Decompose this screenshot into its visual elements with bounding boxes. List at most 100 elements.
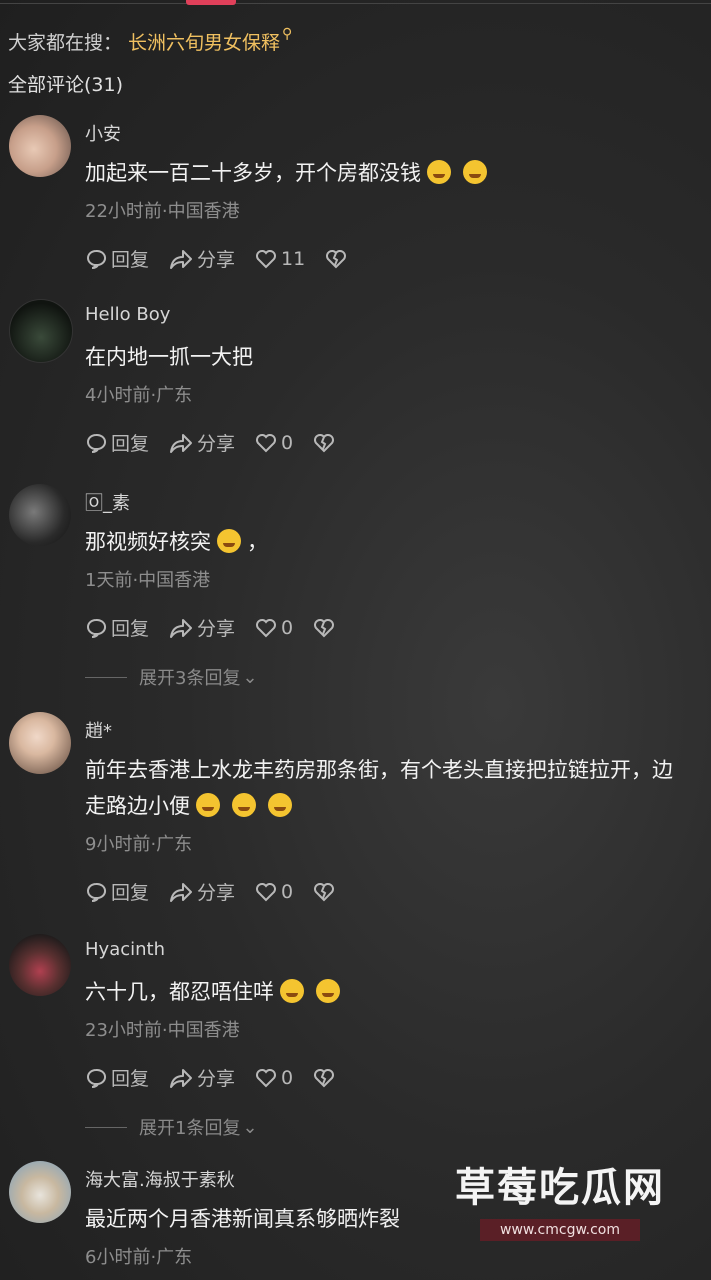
reply-button[interactable]: 回复 xyxy=(85,614,149,641)
emoji-icon xyxy=(427,160,451,184)
heart-icon xyxy=(256,618,277,637)
like-button[interactable]: 0 xyxy=(255,432,293,454)
comment-meta: 9小时前·广东 xyxy=(85,834,193,855)
chevron-down-icon: ⌄ xyxy=(242,1116,258,1138)
search-icon: ⚲ xyxy=(282,25,293,42)
comment-meta: 22小时前·中国香港 xyxy=(85,201,240,222)
avatar[interactable] xyxy=(9,712,71,774)
like-button[interactable]: 11 xyxy=(255,248,305,270)
emoji-icon xyxy=(280,979,304,1003)
comment-text: 在内地一抓一大把 xyxy=(85,345,253,369)
broken-heart-icon xyxy=(314,433,335,452)
comment-author[interactable]: Hello Boy xyxy=(85,304,170,325)
broken-heart-icon xyxy=(326,249,347,268)
trending-search[interactable]: 大家都在搜： 长洲六旬男女保释 ⚲ xyxy=(8,25,293,55)
comment-text: 那视频好核突， xyxy=(85,529,268,554)
dislike-button[interactable] xyxy=(313,433,339,453)
like-count: 11 xyxy=(281,247,306,270)
share-label: 分享 xyxy=(197,618,236,640)
comment-author[interactable]: 海大富.海叔于素秋 xyxy=(85,1166,235,1192)
share-button[interactable]: 分享 xyxy=(169,1064,235,1091)
reply-icon xyxy=(87,1068,107,1088)
heart-icon xyxy=(256,249,277,268)
comment-author[interactable]: 🄾_素 xyxy=(85,489,130,515)
dislike-button[interactable] xyxy=(313,618,339,638)
heart-icon xyxy=(256,433,277,452)
watermark-title: 草莓吃瓜网 xyxy=(455,1165,665,1211)
expand-label: 展开1条回复 xyxy=(139,1118,241,1139)
dislike-button[interactable] xyxy=(313,1068,339,1088)
reply-button[interactable]: 回复 xyxy=(85,429,149,456)
expand-replies[interactable]: 展开3条回复 ⌄ xyxy=(85,664,258,690)
emoji-icon xyxy=(217,529,241,553)
divider xyxy=(85,676,127,678)
comment-actions: 回复 分享 0 xyxy=(85,878,359,905)
like-button[interactable]: 0 xyxy=(255,617,293,639)
comment-meta: 23小时前·中国香港 xyxy=(85,1020,240,1041)
avatar[interactable] xyxy=(9,115,71,177)
comments-count: 全部评论(31) xyxy=(8,74,124,96)
reply-label: 回复 xyxy=(111,882,150,904)
divider xyxy=(85,1126,127,1128)
comment-author[interactable]: 趙* xyxy=(85,717,112,743)
comment-meta: 4小时前·广东 xyxy=(85,385,193,406)
comment-actions: 回复 分享 0 xyxy=(85,614,359,641)
share-button[interactable]: 分享 xyxy=(169,614,235,641)
like-count: 0 xyxy=(281,616,294,639)
broken-heart-icon xyxy=(314,882,335,901)
comment-author[interactable]: Hyacinth xyxy=(85,939,165,960)
reply-label: 回复 xyxy=(111,249,150,271)
trending-search-prefix: 大家都在搜： xyxy=(8,32,123,54)
dislike-button[interactable] xyxy=(325,249,351,269)
reply-button[interactable]: 回复 xyxy=(85,878,149,905)
reply-icon xyxy=(87,433,107,453)
broken-heart-icon xyxy=(314,1068,335,1087)
comment-actions: 回复 分享 0 xyxy=(85,429,359,456)
expand-label: 展开3条回复 xyxy=(139,668,241,689)
like-button[interactable]: 0 xyxy=(255,1067,293,1089)
reply-button[interactable]: 回复 xyxy=(85,245,149,272)
avatar[interactable] xyxy=(9,484,71,546)
emoji-icon xyxy=(232,793,256,817)
share-label: 分享 xyxy=(197,249,236,271)
like-count: 0 xyxy=(281,1066,294,1089)
comment-meta: 1天前·中国香港 xyxy=(85,570,211,591)
share-icon xyxy=(170,433,193,453)
share-icon xyxy=(170,1068,193,1088)
comment-text: 前年去香港上水龙丰药房那条街，有个老头直接把拉链拉开，边走路边小便 xyxy=(85,758,673,818)
reply-button[interactable]: 回复 xyxy=(85,1064,149,1091)
comment-actions: 回复 分享 0 xyxy=(85,1064,359,1091)
expand-replies[interactable]: 展开1条回复 ⌄ xyxy=(85,1114,258,1140)
reply-icon xyxy=(87,249,107,269)
trending-search-term[interactable]: 长洲六旬男女保释 xyxy=(128,28,280,55)
avatar[interactable] xyxy=(9,299,73,363)
share-icon xyxy=(170,249,193,269)
reply-label: 回复 xyxy=(111,433,150,455)
heart-icon xyxy=(256,882,277,901)
comment-author[interactable]: 小安 xyxy=(85,120,121,146)
comment-text: 加起来一百二十多岁，开个房都没钱 xyxy=(85,155,685,191)
share-label: 分享 xyxy=(197,882,236,904)
reply-icon xyxy=(87,882,107,902)
emoji-icon xyxy=(268,793,292,817)
avatar[interactable] xyxy=(9,1161,71,1223)
like-button[interactable]: 0 xyxy=(255,881,293,903)
share-button[interactable]: 分享 xyxy=(169,429,235,456)
comment-text: 六十几，都忍唔住咩 xyxy=(85,974,685,1010)
dislike-button[interactable] xyxy=(313,882,339,902)
chevron-down-icon: ⌄ xyxy=(242,666,258,688)
emoji-icon xyxy=(196,793,220,817)
share-button[interactable]: 分享 xyxy=(169,878,235,905)
avatar[interactable] xyxy=(9,934,71,996)
like-count: 0 xyxy=(281,431,294,454)
tab-indicator xyxy=(186,0,236,5)
share-icon xyxy=(170,618,193,638)
reply-label: 回复 xyxy=(111,1068,150,1090)
share-button[interactable]: 分享 xyxy=(169,245,235,272)
watermark-url: www.cmcgw.com xyxy=(480,1219,640,1241)
comment-actions: 回复 分享 11 xyxy=(85,245,371,272)
top-divider xyxy=(0,3,711,4)
heart-icon xyxy=(256,1068,277,1087)
broken-heart-icon xyxy=(314,618,335,637)
like-count: 0 xyxy=(281,880,294,903)
